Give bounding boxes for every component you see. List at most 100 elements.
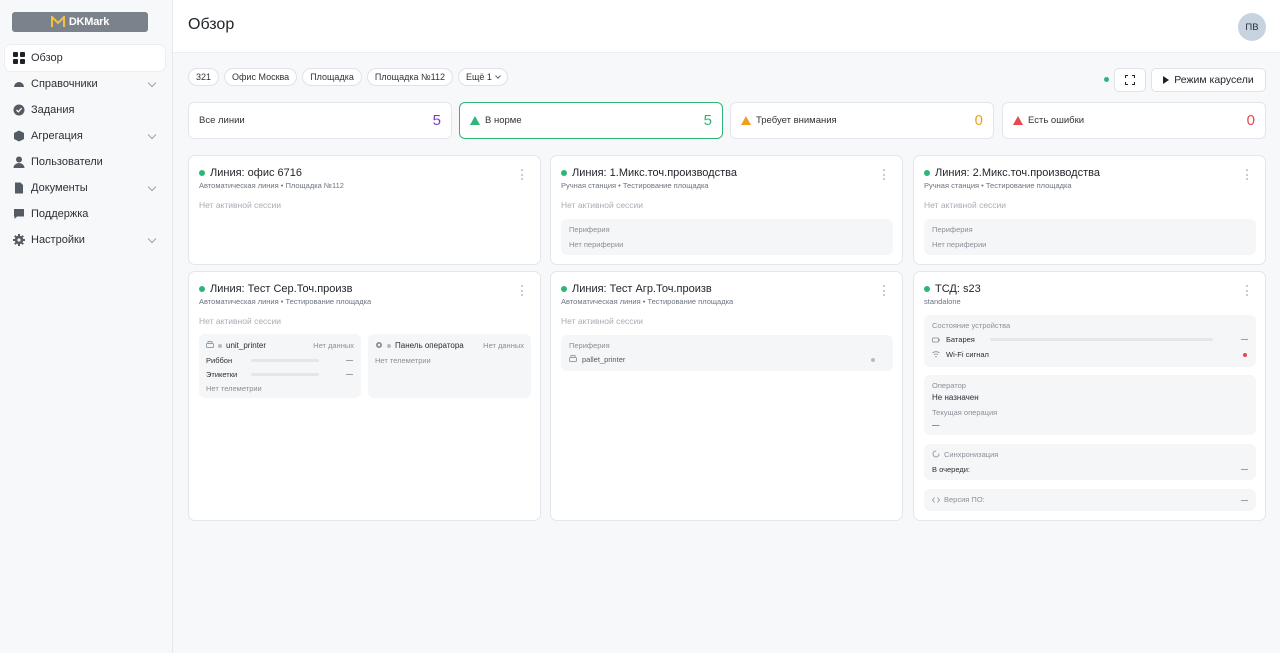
sidebar-item-settings[interactable]: Настройки bbox=[5, 227, 165, 253]
ribbon-level-bar bbox=[251, 359, 319, 362]
stat-label-wrap: Есть ошибки bbox=[1013, 115, 1247, 126]
header: Обзор ПВ bbox=[173, 0, 1280, 53]
device-status-dot bbox=[871, 358, 875, 362]
device-name: pallet_printer bbox=[582, 355, 626, 364]
logo-mark-icon bbox=[50, 16, 65, 27]
sidebar-item-documents[interactable]: Документы bbox=[5, 175, 165, 201]
sidebar-item-tasks[interactable]: Задания bbox=[5, 97, 165, 123]
battery-icon bbox=[932, 337, 940, 343]
stat-label: Есть ошибки bbox=[1028, 115, 1085, 126]
line-card[interactable]: Линия: 2.Микс.точ.производства Ручная ст… bbox=[913, 155, 1266, 265]
chevron-down-icon bbox=[147, 234, 157, 244]
more-menu-icon[interactable] bbox=[883, 285, 886, 296]
operator-status-dot bbox=[387, 344, 391, 348]
more-menu-icon[interactable] bbox=[883, 169, 886, 180]
no-peripherals-text: Нет периферии bbox=[932, 240, 987, 249]
line-card[interactable]: Линия: офис 6716 Автоматическая линия • … bbox=[188, 155, 541, 265]
stat-label: Все линии bbox=[199, 115, 245, 126]
brand-logo[interactable]: DKMark bbox=[12, 12, 148, 32]
labels-value-dash bbox=[346, 374, 353, 375]
fullscreen-icon bbox=[1125, 75, 1135, 85]
more-menu-icon[interactable] bbox=[521, 285, 524, 296]
filter-more-chip[interactable]: Ещё 1 bbox=[457, 68, 508, 86]
line-card-title-wrap: Линия: 2.Микс.точ.производства bbox=[924, 167, 1100, 179]
printer-panel[interactable]: unit_printer Нет данных Риббон Этикетки … bbox=[199, 334, 361, 398]
box-icon bbox=[13, 130, 25, 142]
user-icon bbox=[13, 156, 25, 168]
line-card[interactable]: Линия: 1.Микс.точ.производства Ручная ст… bbox=[550, 155, 903, 265]
printer-no-data: Нет данных bbox=[313, 341, 354, 350]
connection-status-dot bbox=[1104, 77, 1109, 82]
ribbon-value-dash bbox=[346, 360, 353, 361]
line-card-title: Линия: Тест Агр.Точ.произв bbox=[572, 283, 712, 295]
fullscreen-button[interactable] bbox=[1114, 68, 1146, 92]
sidebar-item-directories[interactable]: Справочники bbox=[5, 71, 165, 97]
sidebar-item-users[interactable]: Пользователи bbox=[5, 149, 165, 175]
chevron-down-icon bbox=[147, 130, 157, 140]
peripherals-panel: Периферия Нет периферии bbox=[561, 219, 893, 255]
sidebar-item-support[interactable]: Поддержка bbox=[5, 201, 165, 227]
page-title: Обзор bbox=[188, 16, 235, 33]
filter-chip[interactable]: Площадка bbox=[302, 68, 362, 86]
sidebar-item-aggregation[interactable]: Агрегация bbox=[5, 123, 165, 149]
sync-label: Синхронизация bbox=[944, 450, 999, 459]
printer-name: unit_printer bbox=[226, 341, 267, 350]
logo-text: DKMark bbox=[68, 16, 110, 28]
check-circle-icon bbox=[13, 104, 25, 116]
more-menu-icon[interactable] bbox=[1246, 169, 1249, 180]
stat-errors[interactable]: Есть ошибки 0 bbox=[1002, 102, 1266, 139]
stat-label-wrap: Требует внимания bbox=[741, 115, 975, 126]
status-dot bbox=[199, 286, 205, 292]
sidebar-item-label: Настройки bbox=[31, 234, 85, 246]
sidebar-item-label: Поддержка bbox=[31, 208, 89, 220]
stat-attention[interactable]: Требует внимания 0 bbox=[730, 102, 994, 139]
current-operation-value: — bbox=[932, 420, 940, 429]
printer-icon bbox=[569, 355, 577, 362]
filter-chip[interactable]: Площадка №112 bbox=[366, 68, 453, 86]
tsd-card-title: ТСД: s23 bbox=[935, 283, 981, 295]
operator-label: Оператор bbox=[932, 381, 966, 390]
line-card-title: Линия: Тест Сер.Точ.произв bbox=[210, 283, 353, 295]
filter-more-label: Ещё 1 bbox=[465, 72, 492, 82]
warning-triangle-icon bbox=[741, 116, 751, 125]
line-card-subtitle: Автоматическая линия • Площадка №112 bbox=[199, 181, 344, 190]
device-state-label: Состояние устройства bbox=[932, 321, 1011, 330]
version-panel: Версия ПО: bbox=[924, 489, 1256, 511]
more-menu-icon[interactable] bbox=[1246, 285, 1249, 296]
sync-icon bbox=[932, 450, 940, 458]
peripherals-panel: Периферия pallet_printer bbox=[561, 335, 893, 371]
line-card[interactable]: Линия: Тест Агр.Точ.произв Автоматическа… bbox=[550, 271, 903, 521]
stat-value: 5 bbox=[432, 112, 441, 129]
operator-panel[interactable]: Панель оператора Нет данных Нет телеметр… bbox=[368, 334, 531, 398]
grid-icon bbox=[13, 52, 25, 64]
sidebar: DKMark Обзор Справочники Задания Агрегац… bbox=[0, 0, 173, 653]
line-card-subtitle: Ручная станция • Тестирование площадка bbox=[924, 181, 1072, 190]
printer-status-dot bbox=[218, 344, 222, 348]
peripherals-panel: Периферия Нет периферии bbox=[924, 219, 1256, 255]
sidebar-item-label: Обзор bbox=[31, 52, 63, 64]
sidebar-item-overview[interactable]: Обзор bbox=[5, 45, 165, 71]
queue-label: В очереди: bbox=[932, 465, 970, 474]
sidebar-item-label: Агрегация bbox=[31, 130, 83, 142]
line-card-title-wrap: ТСД: s23 bbox=[924, 283, 981, 295]
line-card-title: Линия: 1.Микс.точ.производства bbox=[572, 167, 737, 179]
filter-chip[interactable]: 321 bbox=[188, 68, 220, 86]
carousel-mode-button[interactable]: Режим карусели bbox=[1151, 68, 1266, 92]
sidebar-item-label: Пользователи bbox=[31, 156, 103, 168]
stat-all-lines[interactable]: Все линии 5 bbox=[188, 102, 452, 139]
stat-normal[interactable]: В норме 5 bbox=[459, 102, 723, 139]
line-card-subtitle: Автоматическая линия • Тестирование площ… bbox=[561, 297, 734, 306]
line-card[interactable]: Линия: Тест Сер.Точ.произв Автоматическа… bbox=[188, 271, 541, 521]
line-card-subtitle: Ручная станция • Тестирование площадка bbox=[561, 181, 709, 190]
avatar[interactable]: ПВ bbox=[1238, 13, 1266, 41]
more-menu-icon[interactable] bbox=[521, 169, 524, 180]
current-operation-label: Текущая операция bbox=[932, 408, 998, 417]
status-dot bbox=[924, 170, 930, 176]
filter-chip[interactable]: Офис Москва bbox=[224, 68, 298, 86]
operator-info-panel: Оператор Не назначен Текущая операция — bbox=[924, 375, 1256, 435]
battery-level-bar bbox=[990, 338, 1213, 341]
tsd-card[interactable]: ТСД: s23 standalone Состояние устройства… bbox=[913, 271, 1266, 521]
warning-triangle-icon bbox=[1013, 116, 1023, 125]
filter-chips: 321 Офис Москва Площадка Площадка №112 Е… bbox=[188, 68, 508, 86]
chat-icon bbox=[13, 208, 25, 220]
